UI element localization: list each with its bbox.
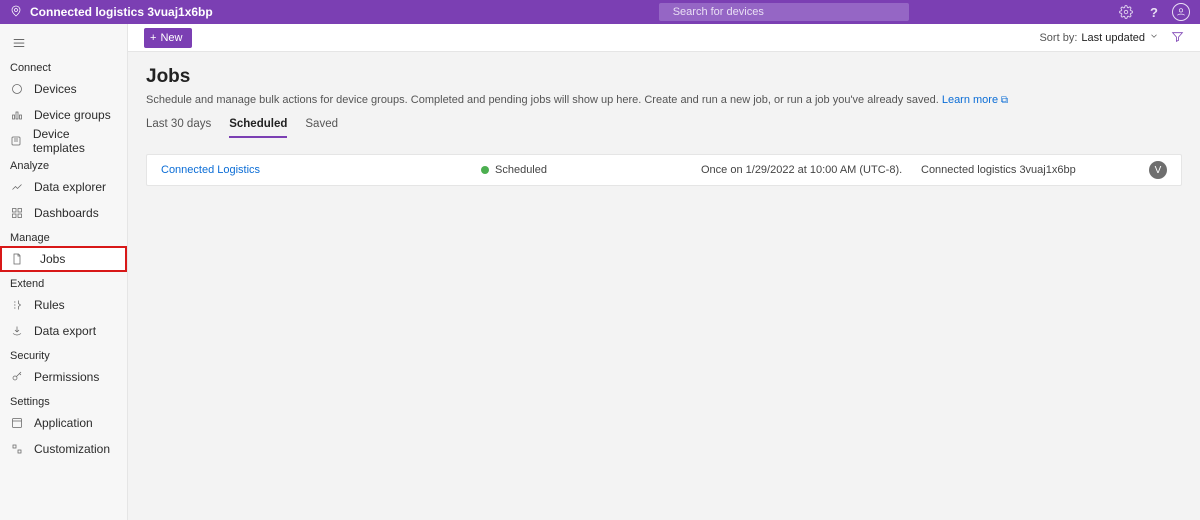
pin-icon [10,5,22,20]
sidebar-item-data-export[interactable]: Data export [0,318,127,344]
sidebar-item-label: Jobs [34,252,65,266]
page-title: Jobs [146,66,1182,88]
sidebar-group-extend: Extend [0,272,127,292]
job-status: Scheduled [481,164,701,176]
chevron-down-icon [1149,31,1159,44]
sidebar-item-device-groups[interactable]: Device groups [0,102,127,128]
sidebar-item-label: Device groups [34,108,111,122]
sidebar-item-label: Application [34,416,93,430]
sidebar-item-label: Device templates [33,127,117,155]
sidebar: Connect Devices Device groups Device tem… [0,24,128,520]
customization-icon [10,442,24,456]
search-placeholder: Search for devices [673,6,764,18]
templates-icon [10,134,23,148]
hamburger-icon[interactable] [0,30,127,56]
sort-by-prefix: Sort by: [1039,32,1077,44]
sidebar-item-label: Dashboards [34,206,99,220]
filter-icon[interactable] [1171,30,1184,46]
application-icon [10,416,24,430]
explorer-icon [10,180,24,194]
device-groups-icon [10,108,24,122]
help-icon[interactable]: ? [1144,2,1164,22]
sidebar-group-analyze: Analyze [0,154,127,174]
export-icon [10,324,24,338]
tab-scheduled[interactable]: Scheduled [229,118,287,138]
sidebar-item-dashboards[interactable]: Dashboards [0,200,127,226]
job-status-text: Scheduled [495,164,547,176]
sidebar-item-permissions[interactable]: Permissions [0,364,127,390]
sidebar-item-jobs[interactable]: Jobs [0,246,127,272]
sidebar-item-label: Customization [34,442,110,456]
sidebar-group-security: Security [0,344,127,364]
sidebar-group-connect: Connect [0,56,127,76]
settings-icon[interactable] [1116,2,1136,22]
sidebar-item-label: Data explorer [34,180,106,194]
tab-saved[interactable]: Saved [305,118,338,138]
new-button[interactable]: + New [144,28,192,48]
sidebar-item-label: Data export [34,324,96,338]
sidebar-item-data-explorer[interactable]: Data explorer [0,174,127,200]
tabs: Last 30 days Scheduled Saved [146,118,1182,138]
job-schedule: Once on 1/29/2022 at 10:00 AM (UTC-8). [701,164,921,176]
page-description: Schedule and manage bulk actions for dev… [146,94,1182,106]
rules-icon [10,298,24,312]
job-row[interactable]: Connected Logistics Scheduled Once on 1/… [146,154,1182,186]
sidebar-group-manage: Manage [0,226,127,246]
search-input[interactable]: Search for devices [659,3,909,21]
sort-by-value: Last updated [1081,32,1145,44]
learn-more-link[interactable]: Learn more [942,94,998,106]
dashboards-icon [10,206,24,220]
sidebar-item-label: Rules [34,298,65,312]
devices-icon [10,82,24,96]
permissions-icon [10,370,24,384]
job-owner-avatar: V [1149,161,1167,179]
sidebar-group-settings: Settings [0,390,127,410]
status-dot-icon [481,166,489,174]
sidebar-item-application[interactable]: Application [0,410,127,436]
sort-by-dropdown[interactable]: Sort by: Last updated [1039,31,1159,44]
sidebar-item-rules[interactable]: Rules [0,292,127,318]
sidebar-item-customization[interactable]: Customization [0,436,127,462]
account-icon[interactable] [1172,3,1190,21]
sidebar-item-label: Devices [34,82,77,96]
job-name-link[interactable]: Connected Logistics [161,164,481,176]
main: + New Sort by: Last updated Jobs Schedul… [128,24,1200,520]
job-app-name: Connected logistics 3vuaj1x6bp [921,164,1149,176]
sidebar-item-label: Permissions [34,370,99,384]
page-description-text: Schedule and manage bulk actions for dev… [146,94,942,106]
plus-icon: + [150,32,156,44]
new-button-label: New [160,32,182,44]
sidebar-item-devices[interactable]: Devices [0,76,127,102]
jobs-icon [10,252,24,266]
commandbar: + New Sort by: Last updated [128,24,1200,52]
external-link-icon: ⧉ [998,95,1008,106]
topbar: Connected logistics 3vuaj1x6bp Search fo… [0,0,1200,24]
sidebar-item-device-templates[interactable]: Device templates [0,128,127,154]
app-title: Connected logistics 3vuaj1x6bp [30,5,213,19]
tab-last-30-days[interactable]: Last 30 days [146,118,211,138]
